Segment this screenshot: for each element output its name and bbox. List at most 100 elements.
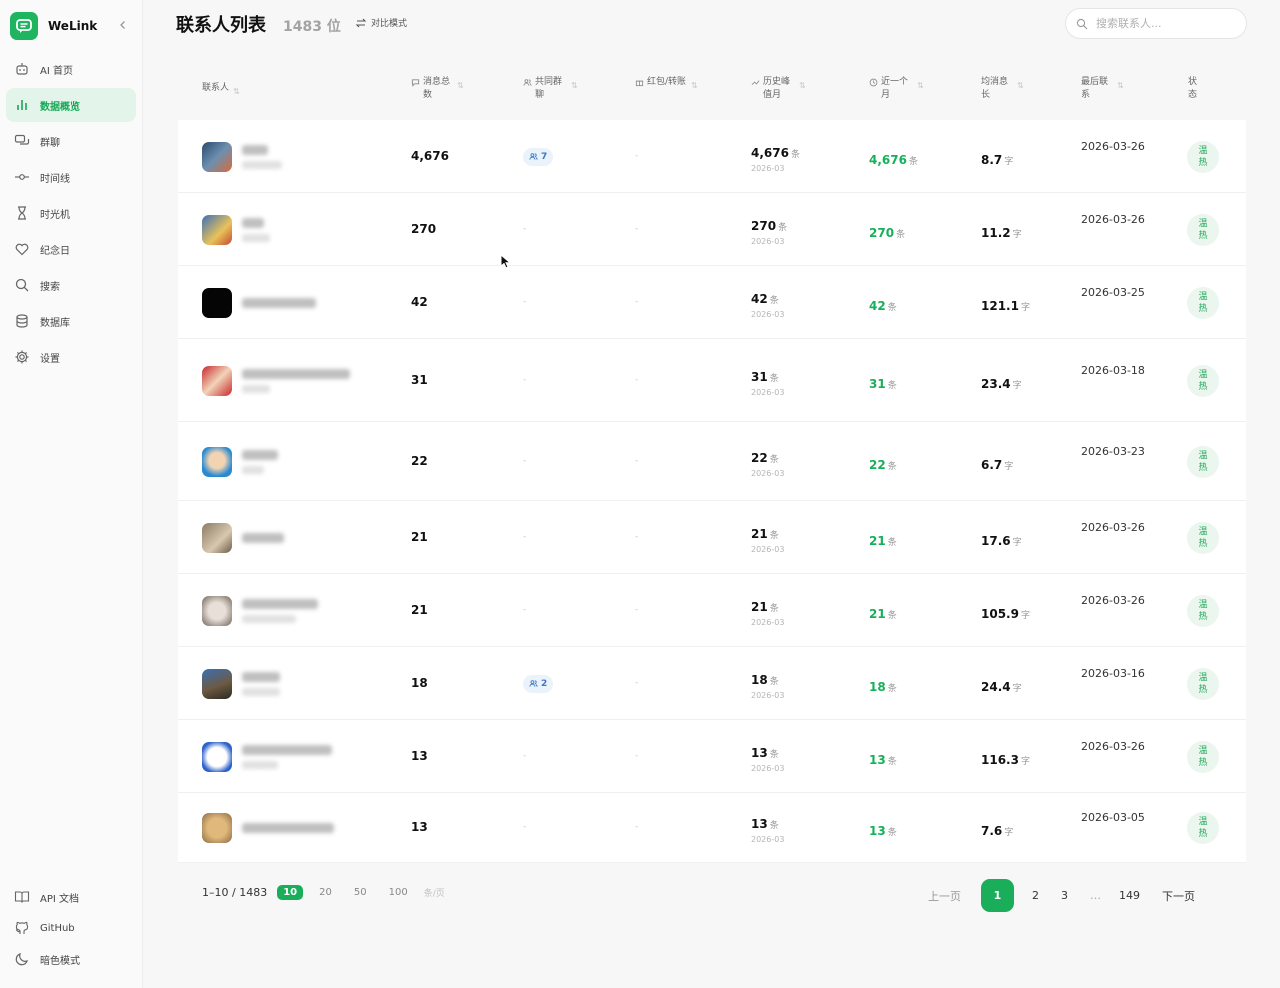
sidebar-item-time-machine[interactable]: 时光机 xyxy=(6,196,136,230)
sidebar-item-groups[interactable]: 群聊 xyxy=(6,124,136,158)
contact-name-redacted[interactable] xyxy=(242,368,350,379)
message-total: 42 xyxy=(411,294,428,309)
brand[interactable]: WeLink xyxy=(10,12,97,40)
column-header-last[interactable]: 最后联系 ⇅ xyxy=(1081,76,1124,102)
table-row[interactable]: 21- -21 条 2026-03 21 条 17.6 字 2026-03-26 温热 xyxy=(178,501,1246,574)
contact-name-redacted[interactable] xyxy=(242,744,332,755)
table-row[interactable]: 4,676 7-4,676 条 2026-03 4,676 条 8.7 字 2026-03-26… xyxy=(178,120,1246,193)
avatar[interactable] xyxy=(202,741,232,772)
sidebar-item-database[interactable]: 数据库 xyxy=(6,304,136,338)
avatar[interactable] xyxy=(202,214,232,245)
recent-month-cell: 22 条 xyxy=(869,454,897,473)
hourglass-icon xyxy=(18,206,26,220)
avatar[interactable] xyxy=(202,141,232,172)
avg-value: 11.2 xyxy=(981,225,1011,240)
sidebar-item-anniversary[interactable]: 纪念日 xyxy=(6,232,136,266)
page-button[interactable]: 2 xyxy=(1032,889,1039,902)
avatar[interactable] xyxy=(202,668,232,699)
avatar[interactable] xyxy=(202,522,232,553)
contact-name-redacted[interactable] xyxy=(242,823,334,833)
contact-name-redacted[interactable] xyxy=(242,449,278,460)
sidebar-item-dark-mode[interactable]: 暗色模式 xyxy=(6,944,136,974)
sidebar-item-overview[interactable]: 数据概览 xyxy=(6,88,136,122)
sidebar-item-settings[interactable]: 设置 xyxy=(6,340,136,374)
column-header-avg[interactable]: 均消息长 ⇅ xyxy=(981,76,1024,102)
next-page-button[interactable]: 下一页 xyxy=(1162,888,1195,904)
sidebar-item-api-docs[interactable]: API 文档 xyxy=(6,882,136,912)
column-header-status[interactable]: 状态 xyxy=(1188,76,1200,102)
page-size-option[interactable]: 10 xyxy=(277,885,304,900)
sidebar-item-label: 设置 xyxy=(40,353,60,365)
avg-length-cell: 105.9 字 xyxy=(981,603,1030,622)
page-size-option[interactable]: 20 xyxy=(313,885,338,900)
table-row[interactable]: 42- -42 条 2026-03 42 条 121.1 字 2026-03-25 温热 xyxy=(178,266,1246,339)
status-badge: 温热 xyxy=(1187,364,1219,397)
table-row[interactable]: 13- -13 条 2026-03 13 条 7.6 字 2026-03-05 温热 xyxy=(178,793,1246,863)
sidebar-item-ai-home[interactable]: AI 首页 xyxy=(6,52,136,86)
avg-length-cell: 8.7 字 xyxy=(981,149,1013,168)
collapse-sidebar-button[interactable] xyxy=(116,17,130,31)
avatar[interactable] xyxy=(202,446,232,477)
avatar[interactable] xyxy=(202,595,232,626)
chat-logo-icon xyxy=(10,12,38,40)
redpacket-empty: - xyxy=(635,750,639,761)
avatar[interactable] xyxy=(202,287,232,318)
sidebar-item-timeline[interactable]: 时间线 xyxy=(6,160,136,194)
search-box[interactable] xyxy=(1065,8,1247,39)
contact-name-redacted[interactable] xyxy=(242,217,264,228)
table-row[interactable]: 270- -270 条 2026-03 270 条 11.2 字 2026-03-26 温热 xyxy=(178,193,1246,266)
contact-subtitle-redacted xyxy=(242,614,296,623)
common-groups-badge[interactable]: 2 xyxy=(523,674,554,693)
column-header-total[interactable]: 消息总数 ⇅ xyxy=(411,76,464,102)
avg-unit: 字 xyxy=(1012,380,1022,391)
page-button[interactable]: 3 xyxy=(1061,889,1068,902)
recent-value: 18 xyxy=(869,679,886,694)
search-input[interactable] xyxy=(1096,17,1236,30)
recent-unit: 条 xyxy=(887,610,897,621)
compare-mode-button[interactable]: 对比模式 xyxy=(355,16,407,29)
contact-name-redacted[interactable] xyxy=(242,532,284,543)
page-button-last[interactable]: 149 xyxy=(1119,889,1140,902)
common-groups-empty: - xyxy=(523,296,527,307)
contact-name-redacted[interactable] xyxy=(242,297,316,308)
contact-subtitle-redacted xyxy=(242,384,270,393)
page-size-control: 1–10 / 1483 10 20 50 100 条/页 xyxy=(202,885,445,900)
sidebar-item-search[interactable]: 搜索 xyxy=(6,268,136,302)
recent-value: 4,676 xyxy=(869,152,907,167)
page-size-option[interactable]: 100 xyxy=(383,885,414,900)
avatar[interactable] xyxy=(202,365,232,396)
column-header-recent[interactable]: 近一个月 ⇅ xyxy=(869,76,924,102)
chat-icon xyxy=(14,134,30,145)
contact-name-redacted[interactable] xyxy=(242,671,280,682)
table-row[interactable]: 13- -13 条 2026-03 13 条 116.3 字 2026-03-26 温热 xyxy=(178,720,1246,793)
column-header-groups[interactable]: 共同群聊 ⇅ xyxy=(523,76,578,102)
sidebar-item-github[interactable]: GitHub xyxy=(6,913,136,943)
contact-name-redacted[interactable] xyxy=(242,598,318,609)
last-contact-date: 2026-03-26 xyxy=(1081,212,1145,226)
prev-page-button[interactable]: 上一页 xyxy=(928,888,961,904)
table-row[interactable]: 21- -21 条 2026-03 21 条 105.9 字 2026-03-26 温热 xyxy=(178,574,1246,647)
status-badge: 温热 xyxy=(1187,740,1219,773)
table-row[interactable]: 31- -31 条 2026-03 31 条 23.4 字 2026-03-18 温热 xyxy=(178,339,1246,422)
status-badge: 温热 xyxy=(1187,521,1219,554)
column-header-contact[interactable]: 联系人 ⇅ xyxy=(202,82,240,98)
sort-icon: ⇅ xyxy=(1117,81,1124,90)
common-groups-badge[interactable]: 7 xyxy=(523,147,554,166)
avg-value: 121.1 xyxy=(981,298,1019,313)
recent-month-cell: 13 条 xyxy=(869,749,897,768)
column-header-peak[interactable]: 历史峰值月 ⇅ xyxy=(751,76,806,102)
avatar[interactable] xyxy=(202,813,232,843)
avg-value: 23.4 xyxy=(981,376,1011,391)
recent-unit: 条 xyxy=(887,302,897,313)
column-header-redpacket[interactable]: 红包/转账 ⇅ xyxy=(635,76,698,92)
avg-unit: 字 xyxy=(1020,302,1030,313)
column-label: 消息总数 xyxy=(423,77,451,100)
column-label: 历史峰值月 xyxy=(763,77,791,100)
page-button-current[interactable]: 1 xyxy=(981,879,1014,912)
status-badge: 温热 xyxy=(1187,213,1219,246)
table-row[interactable]: 18 2-18 条 2026-03 18 条 24.4 字 2026-03-16 温热 xyxy=(178,647,1246,720)
peak-unit: 条 xyxy=(769,676,779,687)
contact-name-redacted[interactable] xyxy=(242,144,268,155)
page-size-option[interactable]: 50 xyxy=(348,885,373,900)
table-row[interactable]: 22- -22 条 2026-03 22 条 6.7 字 2026-03-23 温热 xyxy=(178,422,1246,501)
